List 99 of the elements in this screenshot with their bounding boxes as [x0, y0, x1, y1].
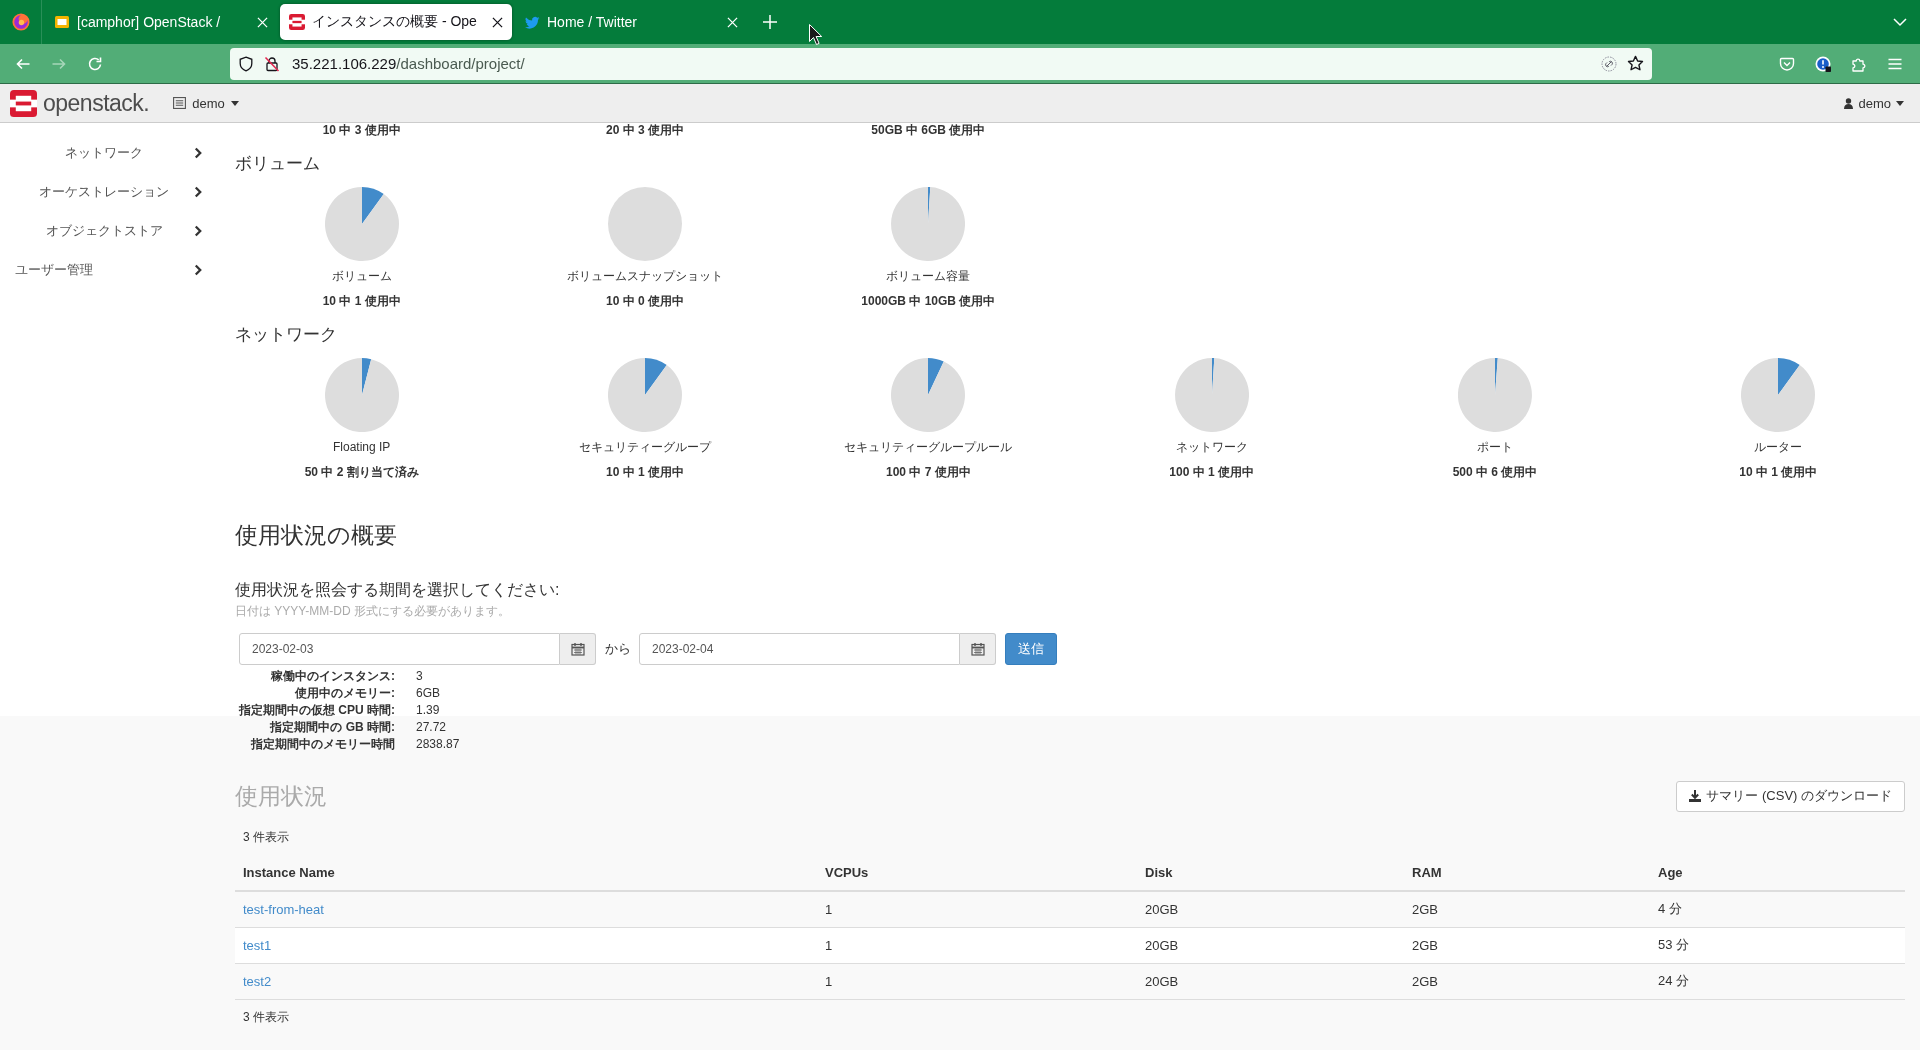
- quota-label: ボリューム容量: [886, 268, 971, 285]
- browser-tab[interactable]: インスタンスの概要 - Ope: [280, 4, 512, 40]
- list-icon: [173, 97, 187, 109]
- form-heading: 使用状況を照会する期間を選択してください:: [235, 580, 561, 600]
- quota-usage-text: 10 中 0 使用中: [605, 293, 684, 310]
- stat-value: 27.72: [416, 719, 447, 736]
- table-cell: 2GB: [1404, 963, 1650, 999]
- cursor-icon: [809, 24, 822, 45]
- stat-label: 指定期間中のメモリー時間: [251, 736, 395, 753]
- quota-usage-text: 20 中 3 使用中: [605, 123, 684, 137]
- table-cell: 24 分: [1650, 963, 1905, 999]
- quota-label: ネットワーク: [1175, 439, 1248, 456]
- instance-link[interactable]: test1: [243, 937, 272, 953]
- presentation-icon: [54, 14, 70, 30]
- sidebar-item[interactable]: オーケストレーション: [0, 172, 220, 211]
- quota-usage-text: 100 中 7 使用中: [885, 464, 971, 481]
- download-icon: [1689, 790, 1702, 802]
- quota-label: ポート: [1476, 439, 1513, 456]
- reload-icon[interactable]: [87, 55, 103, 72]
- quota-usage-text: 10 中 1 使用中: [605, 464, 684, 481]
- quota-label: Floating IP: [332, 439, 391, 456]
- start-date-field[interactable]: 2023-02-03: [239, 633, 560, 665]
- section-heading: ネットワーク: [235, 324, 337, 346]
- table-cell: 53 分: [1650, 927, 1905, 963]
- chevron-right-icon: [194, 146, 202, 159]
- calendar-button[interactable]: [960, 633, 996, 665]
- quota-usage-text: 50GB 中 6GB 使用中: [871, 123, 986, 137]
- sidebar-item[interactable]: オブジェクトストア: [0, 211, 220, 250]
- sidebar-item[interactable]: ユーザー管理: [0, 250, 220, 289]
- table-cell: 1: [817, 963, 1137, 999]
- logo-text[interactable]: openstack.: [43, 89, 150, 117]
- browser-logo-icon[interactable]: [11, 13, 30, 31]
- logo-icon[interactable]: [10, 89, 37, 117]
- address-bar[interactable]: 35.221.106.229/dashboard/project/: [230, 47, 1652, 80]
- quota-usage-text: 10 中 1 使用中: [322, 293, 401, 310]
- chevron-right-icon: [194, 263, 202, 276]
- user-icon: [1844, 97, 1854, 109]
- stat-label: 指定期間中の仮想 CPU 時間:: [239, 702, 395, 719]
- browser-tab[interactable]: [camphor] OpenStack /: [45, 4, 277, 40]
- shield-icon[interactable]: [238, 55, 254, 72]
- stat-value: 3: [416, 668, 423, 685]
- instance-link[interactable]: test2: [243, 973, 272, 989]
- chevron-right-icon: [194, 224, 202, 237]
- quota-label: セキュリティーグループ: [579, 439, 711, 456]
- calendar-icon: [570, 642, 585, 656]
- quota-label: ボリュームスナップショット: [567, 268, 723, 285]
- quota-usage-text: 500 中 6 使用中: [1452, 464, 1538, 481]
- table-cell: 20GB: [1137, 927, 1404, 963]
- stat-label: 指定期間中の GB 時間:: [270, 719, 395, 736]
- item-count-text: 3 件表示: [242, 829, 290, 846]
- page-heading: 使用状況の概要: [235, 521, 398, 550]
- range-separator-text: から: [605, 640, 631, 658]
- section-heading: ボリューム: [235, 153, 320, 175]
- quota-label: ルーター: [1754, 439, 1803, 456]
- quota-label: ボリューム: [331, 268, 392, 285]
- caret-icon: [230, 100, 239, 106]
- download-csv-button[interactable]: サマリー (CSV) のダウンロード: [1676, 780, 1905, 812]
- plus-icon[interactable]: [763, 15, 777, 29]
- stat-label: 稼働中のインスタンス:: [271, 668, 395, 685]
- url-text: 35.221.106.229/dashboard/project/: [292, 55, 525, 72]
- dotted-circle-icon[interactable]: [1601, 55, 1617, 72]
- lock-icon[interactable]: [264, 55, 280, 72]
- project-menu[interactable]: demo: [173, 91, 239, 115]
- star-icon[interactable]: [1627, 55, 1644, 72]
- stat-value: 6GB: [416, 685, 440, 702]
- end-date-field[interactable]: 2023-02-04: [639, 633, 960, 665]
- table-cell: 1: [817, 927, 1137, 963]
- table-cell: 2GB: [1404, 891, 1650, 927]
- table-cell: 2GB: [1404, 927, 1650, 963]
- pocket-icon[interactable]: [1779, 55, 1795, 72]
- table-cell: 20GB: [1137, 891, 1404, 927]
- hint-text: 日付は YYYY-MM-DD 形式にする必要があります。: [235, 603, 511, 619]
- sidebar-item[interactable]: ネットワーク: [0, 133, 220, 172]
- quota-usage-text: 50 中 2 割り当て済み: [304, 464, 419, 481]
- item-count-text: 3 件表示: [242, 1008, 290, 1026]
- chevron-right-icon: [194, 185, 202, 198]
- instance-link[interactable]: test-from-heat: [243, 901, 324, 917]
- logo-icon: [289, 14, 305, 30]
- stat-value: 2838.87: [416, 736, 460, 753]
- table-cell: 1: [817, 891, 1137, 927]
- section-title: 使用状況: [235, 782, 327, 811]
- calendar-icon: [970, 642, 985, 656]
- quota-usage-text: 10 中 3 使用中: [322, 123, 401, 137]
- submit-button[interactable]: 送信: [1005, 633, 1057, 665]
- bird-icon: [524, 14, 540, 30]
- stat-value: 1.39: [416, 702, 440, 719]
- browser-tab[interactable]: Home / Twitter: [515, 4, 747, 40]
- quota-label: セキュリティーグループルール: [844, 439, 1013, 456]
- table-cell: 20GB: [1137, 963, 1404, 999]
- quota-usage-text: 100 中 1 使用中: [1169, 464, 1254, 481]
- calendar-button[interactable]: [560, 633, 596, 665]
- stat-label: 使用中のメモリー:: [295, 685, 395, 702]
- caret-icon: [1896, 100, 1904, 106]
- alert-circle-icon[interactable]: [1815, 55, 1831, 72]
- close-icon[interactable]: [492, 16, 503, 28]
- quota-usage-text: 1000GB 中 10GB 使用中: [861, 293, 996, 310]
- table-cell: 4 分: [1650, 891, 1905, 927]
- user-menu[interactable]: demo: [1844, 91, 1904, 115]
- quota-usage-text: 10 中 1 使用中: [1739, 464, 1818, 481]
